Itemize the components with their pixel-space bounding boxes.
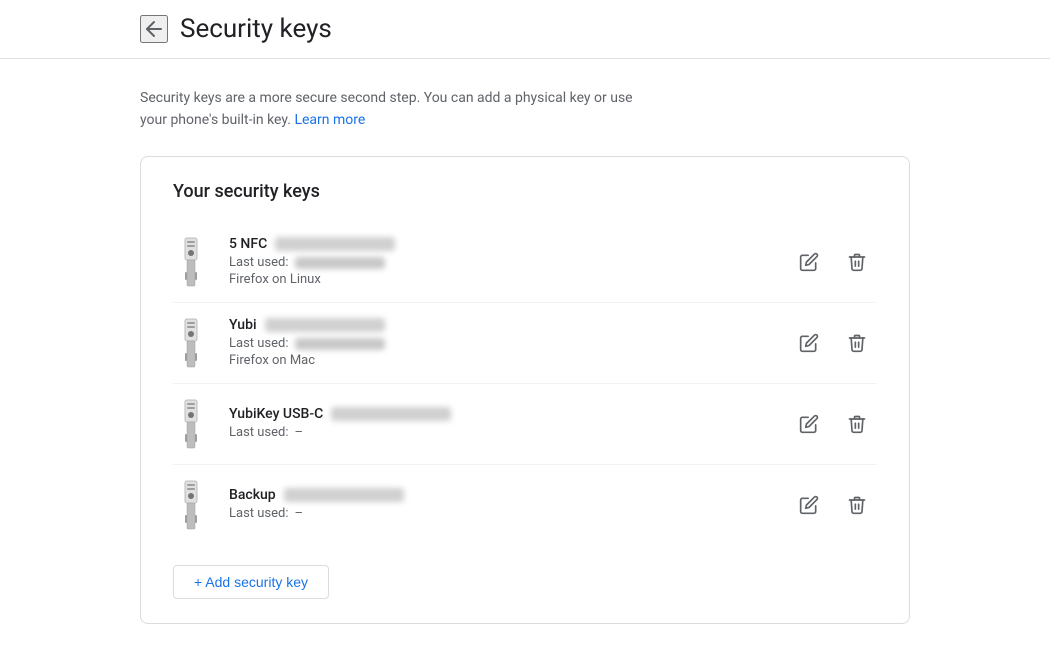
delete-key-button[interactable] bbox=[837, 323, 877, 363]
delete-key-button[interactable] bbox=[837, 242, 877, 282]
key-item: Backup Last used: – bbox=[173, 465, 877, 545]
key-last-used: Last used: – bbox=[229, 425, 773, 440]
key-name: Backup bbox=[229, 487, 276, 503]
key-last-used-value: – bbox=[295, 425, 304, 440]
security-keys-card: Your security keys 5 NFC Last used: Firefo… bbox=[140, 156, 910, 624]
key-info: Yubi Last used: Firefox on Mac bbox=[229, 317, 773, 368]
header: Security keys bbox=[0, 0, 1050, 59]
key-item: Yubi Last used: Firefox on Mac bbox=[173, 303, 877, 384]
key-last-used-label: Last used: bbox=[229, 255, 289, 270]
key-actions bbox=[789, 404, 877, 444]
description-text: Security keys are a more secure second s… bbox=[140, 87, 660, 132]
key-info: YubiKey USB-C Last used: – bbox=[229, 406, 773, 442]
key-info: 5 NFC Last used: Firefox on Linux bbox=[229, 236, 773, 287]
key-item: 5 NFC Last used: Firefox on Linux bbox=[173, 222, 877, 303]
key-name: YubiKey USB-C bbox=[229, 406, 323, 422]
key-item: YubiKey USB-C Last used: – bbox=[173, 384, 877, 465]
key-name-row: 5 NFC bbox=[229, 236, 773, 252]
key-last-used-redacted bbox=[295, 257, 385, 269]
key-name: Yubi bbox=[229, 317, 257, 333]
usb-key-icon bbox=[173, 398, 209, 450]
key-last-used-label: Last used: bbox=[229, 425, 289, 440]
key-last-used: Last used: bbox=[229, 255, 773, 270]
key-actions bbox=[789, 242, 877, 282]
key-last-used-redacted bbox=[295, 338, 385, 350]
key-name-row: YubiKey USB-C bbox=[229, 406, 773, 422]
add-security-key-button[interactable]: + Add security key bbox=[173, 565, 329, 599]
key-name-redacted bbox=[331, 407, 451, 421]
key-actions bbox=[789, 323, 877, 363]
edit-key-button[interactable] bbox=[789, 242, 829, 282]
delete-key-button[interactable] bbox=[837, 404, 877, 444]
usb-key-icon bbox=[173, 317, 209, 369]
add-security-key-label: + Add security key bbox=[194, 574, 308, 590]
key-actions bbox=[789, 485, 877, 525]
delete-key-button[interactable] bbox=[837, 485, 877, 525]
usb-key-icon bbox=[173, 236, 209, 288]
key-name-redacted bbox=[265, 318, 385, 332]
key-name-row: Backup bbox=[229, 487, 773, 503]
main-content: Security keys are a more secure second s… bbox=[0, 59, 1050, 652]
key-last-used-label: Last used: bbox=[229, 506, 289, 521]
learn-more-link[interactable]: Learn more bbox=[294, 112, 365, 128]
usb-key-icon bbox=[173, 479, 209, 531]
key-info: Backup Last used: – bbox=[229, 487, 773, 523]
key-name-row: Yubi bbox=[229, 317, 773, 333]
edit-key-button[interactable] bbox=[789, 485, 829, 525]
page-title: Security keys bbox=[180, 14, 332, 44]
key-last-used: Last used: – bbox=[229, 506, 773, 521]
back-button[interactable] bbox=[140, 15, 168, 43]
key-last-used-label: Last used: bbox=[229, 336, 289, 351]
page: Security keys Security keys are a more s… bbox=[0, 0, 1050, 652]
card-title: Your security keys bbox=[173, 181, 877, 202]
edit-key-button[interactable] bbox=[789, 404, 829, 444]
key-device: Firefox on Mac bbox=[229, 353, 773, 368]
key-list: 5 NFC Last used: Firefox on Linux bbox=[173, 222, 877, 545]
edit-key-button[interactable] bbox=[789, 323, 829, 363]
key-name-redacted bbox=[275, 237, 395, 251]
key-device: Firefox on Linux bbox=[229, 272, 773, 287]
key-name: 5 NFC bbox=[229, 236, 267, 252]
key-name-redacted bbox=[284, 488, 404, 502]
key-last-used: Last used: bbox=[229, 336, 773, 351]
key-last-used-value: – bbox=[295, 506, 304, 521]
